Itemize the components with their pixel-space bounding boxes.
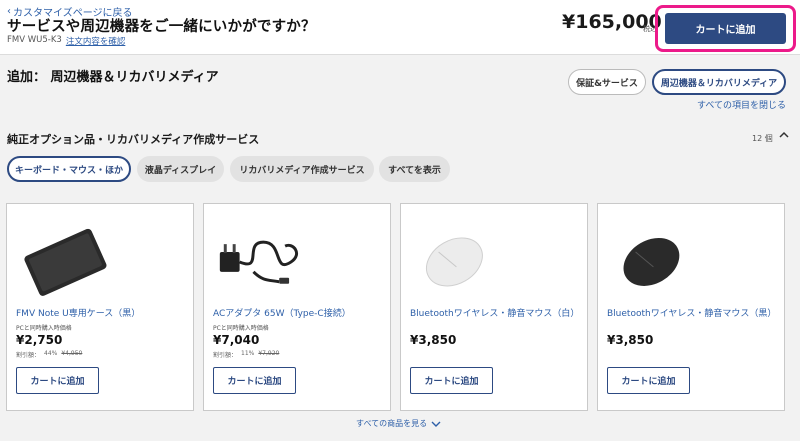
add-to-cart-button[interactable]: カートに追加 — [665, 13, 786, 44]
product-card: Bluetoothワイヤレス・静音マウス（白） ¥3,850 カートに追加 — [400, 203, 588, 411]
product-card: FMV Note U専用ケース（黒） PCと同時購入時価格 ¥2,750 割引額… — [6, 203, 194, 411]
product-price: ¥2,750 — [16, 333, 63, 347]
laptop-case-image — [24, 228, 107, 296]
discount-label: 割引額： — [16, 352, 41, 359]
model-row: FMV WU5-K3 注文内容を確認 — [7, 35, 125, 47]
filter-lcd-display[interactable]: 液晶ディスプレイ — [137, 156, 224, 182]
confirm-order-link[interactable]: 注文内容を確認 — [66, 35, 126, 47]
close-all-link[interactable]: すべての項目を閉じる — [697, 98, 786, 111]
white-mouse-image — [426, 237, 483, 287]
add-to-cart-button[interactable]: カートに追加 — [16, 367, 99, 394]
product-price: ¥3,850 — [607, 333, 654, 347]
chevron-up-icon[interactable] — [777, 128, 791, 142]
model-name: FMV WU5-K3 — [7, 35, 62, 45]
product-price: ¥7,040 — [213, 333, 260, 347]
page-title: サービスや周辺機器をご一緒にいかがですか？ — [7, 19, 316, 35]
discount-row: 割引額： 11% ¥7,920 — [213, 350, 279, 359]
see-all-products-link[interactable]: すべての商品を見る — [356, 418, 441, 429]
original-price: ¥4,950 — [61, 350, 83, 357]
price-note: PCと同時購入時価格 — [16, 325, 72, 332]
chevron-down-icon — [431, 421, 441, 427]
filter-recovery-media[interactable]: リカバリメディア作成サービス — [230, 156, 374, 182]
discount-percent: 44% — [44, 350, 58, 357]
product-card: ACアダプタ 65W（Type-C接続） PCと同時購入時価格 ¥7,040 割… — [203, 203, 391, 411]
category-title: 純正オプション品・リカバリメディア作成サービス — [7, 133, 260, 146]
header-bar: ‹ カスタマイズページに戻る サービスや周辺機器をご一緒にいかがですか？ FMV… — [0, 0, 800, 55]
tab-warranty-service[interactable]: 保証&サービス — [568, 69, 646, 95]
product-card: Bluetoothワイヤレス・静音マウス（黒） ¥3,850 カートに追加 — [597, 203, 785, 411]
item-count: 12 個 — [752, 134, 773, 143]
price-note: PCと同時購入時価格 — [213, 325, 269, 332]
product-name[interactable]: ACアダプタ 65W（Type-C接続） — [213, 306, 383, 319]
black-mouse-image — [623, 237, 680, 286]
product-price: ¥3,850 — [410, 333, 457, 347]
add-to-cart-button[interactable]: カートに追加 — [213, 367, 296, 394]
discount-label: 割引額： — [213, 352, 238, 359]
tab-accessories-recovery[interactable]: 周辺機器＆リカバリメディア — [652, 69, 786, 95]
discount-row: 割引額： 44% ¥4,950 — [16, 350, 82, 359]
product-name[interactable]: Bluetoothワイヤレス・静音マウス（白） — [410, 306, 580, 319]
add-to-cart-button[interactable]: カートに追加 — [410, 367, 493, 394]
product-name[interactable]: FMV Note U専用ケース（黒） — [16, 306, 186, 319]
filter-show-all[interactable]: すべてを表示 — [379, 156, 450, 182]
filter-keyboard-mouse[interactable]: キーボード・マウス・ほか — [7, 156, 131, 182]
original-price: ¥7,920 — [258, 350, 280, 357]
see-all-label: すべての商品を見る — [356, 419, 428, 428]
product-name[interactable]: Bluetoothワイヤレス・静音マウス（黒） — [607, 306, 777, 319]
section-heading: 追加： 周辺機器＆リカバリメディア — [7, 70, 219, 85]
discount-percent: 11% — [241, 350, 255, 357]
ac-adapter-image — [219, 240, 298, 284]
add-to-cart-button[interactable]: カートに追加 — [607, 367, 690, 394]
